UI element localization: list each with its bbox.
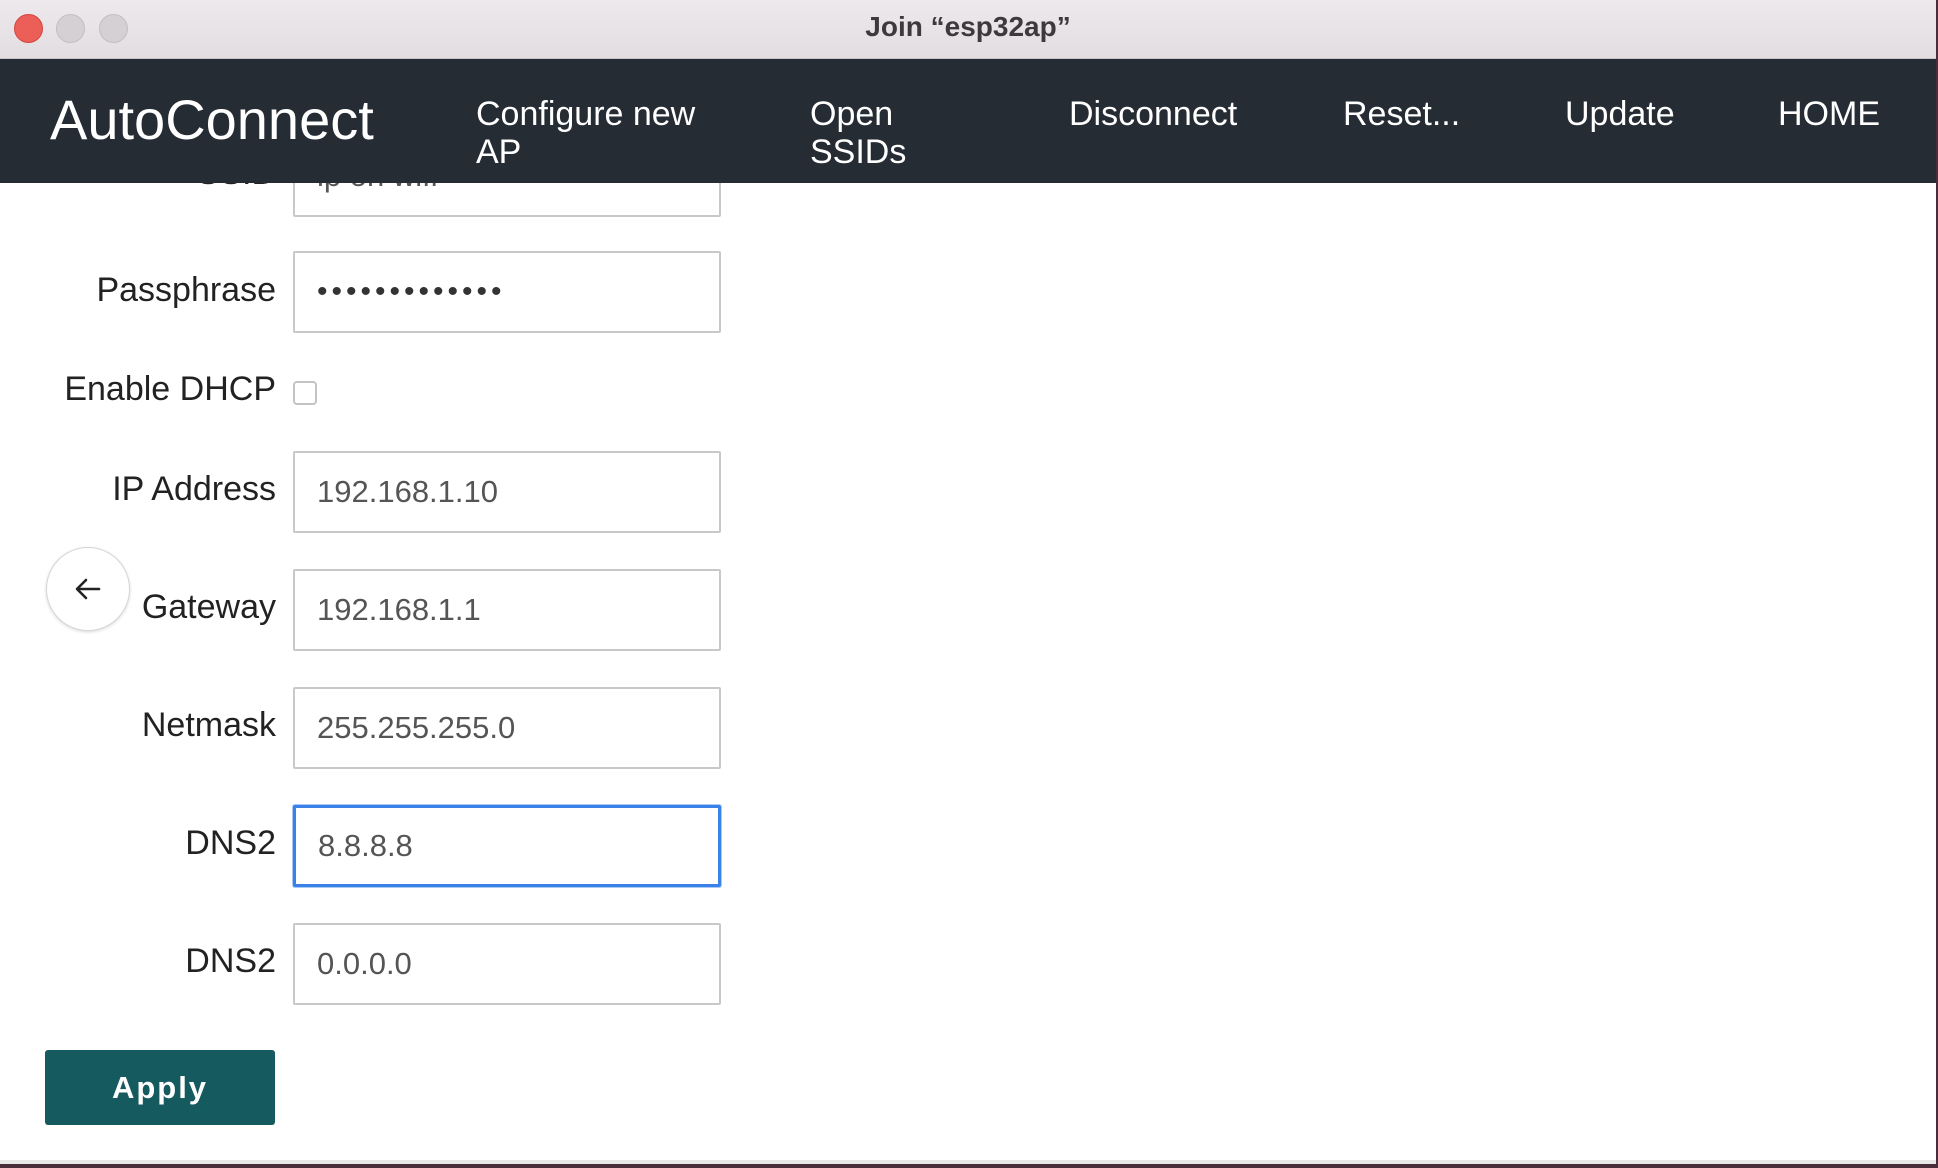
nav-disconnect[interactable]: Disconnect <box>1069 95 1237 133</box>
window-bottom-edge <box>0 1160 1936 1164</box>
app-window: Join “esp32ap” SSID Passphrase •••••••••… <box>0 0 1936 1164</box>
nav-label: Reset... <box>1343 95 1461 133</box>
nav-home[interactable]: HOME <box>1778 95 1880 133</box>
gateway-label: Gateway <box>141 588 276 626</box>
window-titlebar: Join “esp32ap” <box>0 0 1936 59</box>
dns1-label: DNS2 <box>185 824 276 862</box>
gateway-field[interactable] <box>293 569 721 651</box>
arrow-left-icon <box>75 578 101 600</box>
nav-configure-new-ap[interactable]: Configure new AP <box>476 95 695 171</box>
nav-reset[interactable]: Reset... <box>1343 95 1460 133</box>
nav-label: HOME <box>1778 95 1880 133</box>
ip-address-label: IP Address <box>112 470 276 508</box>
nav-update[interactable]: Update <box>1565 95 1675 133</box>
apply-button[interactable]: Apply <box>45 1050 275 1125</box>
netmask-label: Netmask <box>141 706 276 744</box>
nav-label: Update <box>1565 95 1675 133</box>
passphrase-label: Passphrase <box>96 271 276 309</box>
enable-dhcp-label: Enable DHCP <box>64 370 276 408</box>
passphrase-field[interactable]: ••••••••••••• <box>293 251 721 333</box>
netmask-field[interactable] <box>293 687 721 769</box>
window-title: Join “esp32ap” <box>865 11 1071 42</box>
nav-label-line1: Configure new <box>476 95 696 133</box>
nav-label-line2: AP <box>476 133 522 171</box>
dns1-field[interactable] <box>293 805 721 887</box>
nav-open-ssids[interactable]: Open SSIDs <box>810 95 906 171</box>
dns2-label: DNS2 <box>185 942 276 980</box>
settings-form: SSID Passphrase ••••••••••••• Enable DHC… <box>0 135 1936 1164</box>
top-navbar: AutoConnect Configure new AP Open SSIDs … <box>0 59 1936 183</box>
ip-address-field[interactable] <box>293 451 721 533</box>
nav-label-line2: SSIDs <box>810 133 907 171</box>
nav-label: Disconnect <box>1069 95 1238 133</box>
dns2-field[interactable] <box>293 923 721 1005</box>
enable-dhcp-checkbox[interactable] <box>293 381 317 405</box>
nav-label-line1: Open <box>810 95 894 133</box>
back-button[interactable] <box>46 547 130 631</box>
brand-title: AutoConnect <box>50 88 374 151</box>
